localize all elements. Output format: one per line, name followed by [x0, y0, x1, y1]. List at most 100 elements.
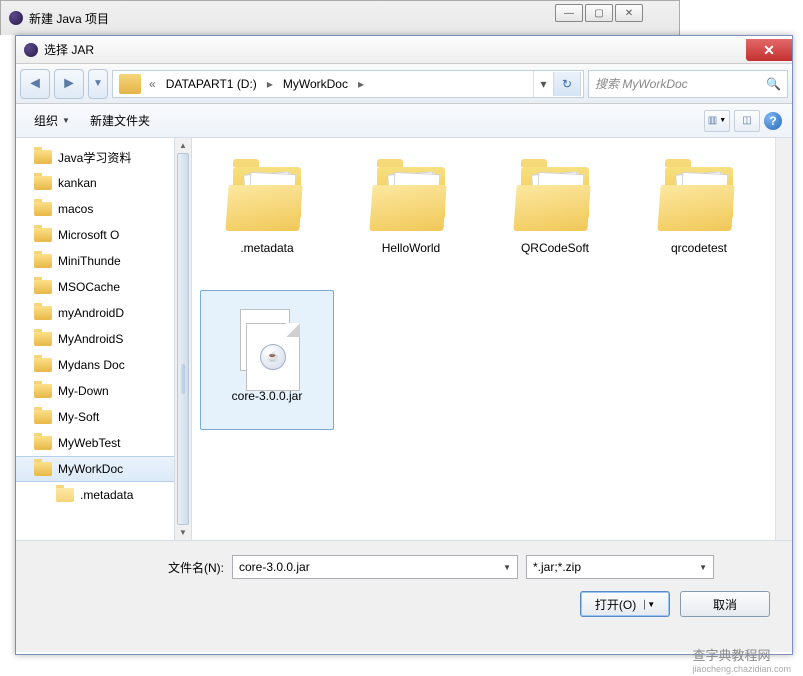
breadcrumb-folder[interactable]: MyWorkDoc: [277, 77, 354, 91]
folder-tree[interactable]: Java学习资料 kankan macos Microsoft O MiniThunde…: [16, 138, 192, 540]
chevron-right-icon: «: [145, 77, 160, 91]
tree-item[interactable]: MyWorkDoc: [16, 456, 191, 482]
cancel-label: 取消: [713, 596, 737, 613]
parent-close-button[interactable]: ✕: [615, 4, 643, 22]
tree-item[interactable]: MyAndroidS: [16, 326, 191, 352]
new-folder-button[interactable]: 新建文件夹: [82, 108, 158, 133]
chevron-right-icon: ▸: [354, 77, 368, 91]
filetype-select[interactable]: *.jar;*.zip ▼: [526, 555, 714, 579]
folder-icon: [659, 167, 739, 231]
tree-item[interactable]: MSOCache: [16, 274, 191, 300]
folder-icon: [371, 167, 451, 231]
tree-item[interactable]: macos: [16, 196, 191, 222]
folder-icon: [34, 150, 52, 164]
open-label: 打开(O): [595, 596, 636, 613]
search-input[interactable]: 搜索 MyWorkDoc 🔍: [588, 70, 788, 98]
search-icon: 🔍: [766, 77, 781, 91]
parent-window-controls: — ▢ ✕: [555, 4, 643, 22]
folder-icon: [34, 332, 52, 346]
preview-icon: ◫: [742, 115, 751, 126]
folder-item[interactable]: HelloWorld: [344, 150, 478, 290]
dialog-bottom: 文件名(N): core-3.0.0.jar ▼ *.jar;*.zip ▼ 打…: [16, 540, 792, 652]
watermark: 查字典教程网 jiaocheng.chazidian.com: [692, 645, 791, 674]
filename-input[interactable]: core-3.0.0.jar ▼: [232, 555, 518, 579]
navigation-bar: ◄ ► ▼ « DATAPART1 (D:) ▸ MyWorkDoc ▸ ▾ ↻…: [16, 64, 792, 104]
folder-icon: [34, 384, 52, 398]
history-dropdown[interactable]: ▼: [88, 69, 108, 99]
close-button[interactable]: ✕: [746, 39, 792, 61]
cancel-button[interactable]: 取消: [680, 591, 770, 617]
tree-item-label: My-Soft: [58, 410, 99, 424]
filetype-value: *.jar;*.zip: [533, 560, 581, 574]
tree-item[interactable]: MiniThunde: [16, 248, 191, 274]
tree-item-label: Mydans Doc: [58, 358, 125, 372]
parent-window-title: 新建 Java 项目: [29, 10, 109, 27]
folder-icon: [34, 410, 52, 424]
tree-item-label: macos: [58, 202, 93, 216]
scrollbar[interactable]: ▲▼: [174, 138, 191, 540]
tree-item[interactable]: Microsoft O: [16, 222, 191, 248]
new-folder-label: 新建文件夹: [90, 112, 150, 129]
drive-icon: [119, 74, 141, 94]
tree-item-label: Java学习资料: [58, 149, 131, 166]
tree-item[interactable]: Java学习资料: [16, 144, 191, 170]
folder-icon: [34, 462, 52, 476]
tree-item-label: MyWorkDoc: [58, 462, 123, 476]
view-options-button[interactable]: ▥ ▼: [704, 110, 730, 132]
maximize-button[interactable]: ▢: [585, 4, 613, 22]
chevron-down-icon: ▼: [719, 117, 726, 124]
tree-item[interactable]: .metadata: [16, 482, 191, 508]
path-dropdown[interactable]: ▾: [533, 71, 553, 97]
folder-icon: [515, 167, 595, 231]
breadcrumb-drive[interactable]: DATAPART1 (D:): [160, 77, 263, 91]
tree-item-label: kankan: [58, 176, 97, 190]
preview-pane-button[interactable]: ◫: [734, 110, 760, 132]
file-dialog: 选择 JAR ✕ ◄ ► ▼ « DATAPART1 (D:) ▸ MyWork…: [15, 35, 793, 655]
tree-item-label: MyAndroidS: [58, 332, 123, 346]
help-button[interactable]: ?: [764, 112, 782, 130]
tree-item[interactable]: kankan: [16, 170, 191, 196]
scrollbar[interactable]: [775, 138, 792, 540]
folder-icon: [227, 167, 307, 231]
folder-icon: [56, 488, 74, 502]
back-button[interactable]: ◄: [20, 69, 50, 99]
dialog-body: Java学习资料 kankan macos Microsoft O MiniThunde…: [16, 138, 792, 540]
folder-icon: [34, 254, 52, 268]
tree-item[interactable]: MyWebTest: [16, 430, 191, 456]
folder-item[interactable]: qrcodetest: [632, 150, 766, 290]
tree-item[interactable]: My-Down: [16, 378, 191, 404]
forward-button[interactable]: ►: [54, 69, 84, 99]
close-icon: ✕: [763, 43, 775, 57]
search-placeholder: 搜索 MyWorkDoc: [595, 75, 688, 92]
eclipse-icon: [24, 43, 38, 57]
folder-icon: [34, 436, 52, 450]
filename-value: core-3.0.0.jar: [239, 560, 310, 574]
view-icon: ▥: [708, 115, 717, 126]
open-button[interactable]: 打开(O) │▼: [580, 591, 670, 617]
file-grid[interactable]: .metadata HelloWorld QRCodeSoft qrcodetest ☕…: [192, 138, 792, 540]
folder-item[interactable]: .metadata: [200, 150, 334, 290]
minimize-button[interactable]: —: [555, 4, 583, 22]
tree-item-label: .metadata: [80, 488, 133, 502]
folder-icon: [34, 306, 52, 320]
filename-label: 文件名(N):: [154, 559, 224, 576]
item-label: .metadata: [236, 239, 297, 257]
folder-item[interactable]: QRCodeSoft: [488, 150, 622, 290]
folder-icon: [34, 228, 52, 242]
organize-menu[interactable]: 组织 ▼: [26, 108, 78, 133]
item-label: QRCodeSoft: [517, 239, 593, 257]
tree-item-label: MyWebTest: [58, 436, 120, 450]
folder-icon: [34, 202, 52, 216]
tree-item[interactable]: myAndroidD: [16, 300, 191, 326]
breadcrumb[interactable]: « DATAPART1 (D:) ▸ MyWorkDoc ▸ ▾ ↻: [112, 70, 584, 98]
tree-item[interactable]: My-Soft: [16, 404, 191, 430]
file-item[interactable]: ☕core-3.0.0.jar: [200, 290, 334, 430]
tree-item-label: myAndroidD: [58, 306, 124, 320]
dialog-titlebar[interactable]: 选择 JAR ✕: [16, 36, 792, 64]
item-label: HelloWorld: [378, 239, 444, 257]
refresh-button[interactable]: ↻: [553, 72, 581, 96]
folder-icon: [34, 176, 52, 190]
split-caret-icon: │▼: [642, 600, 655, 609]
tree-item-label: MiniThunde: [58, 254, 121, 268]
tree-item[interactable]: Mydans Doc: [16, 352, 191, 378]
